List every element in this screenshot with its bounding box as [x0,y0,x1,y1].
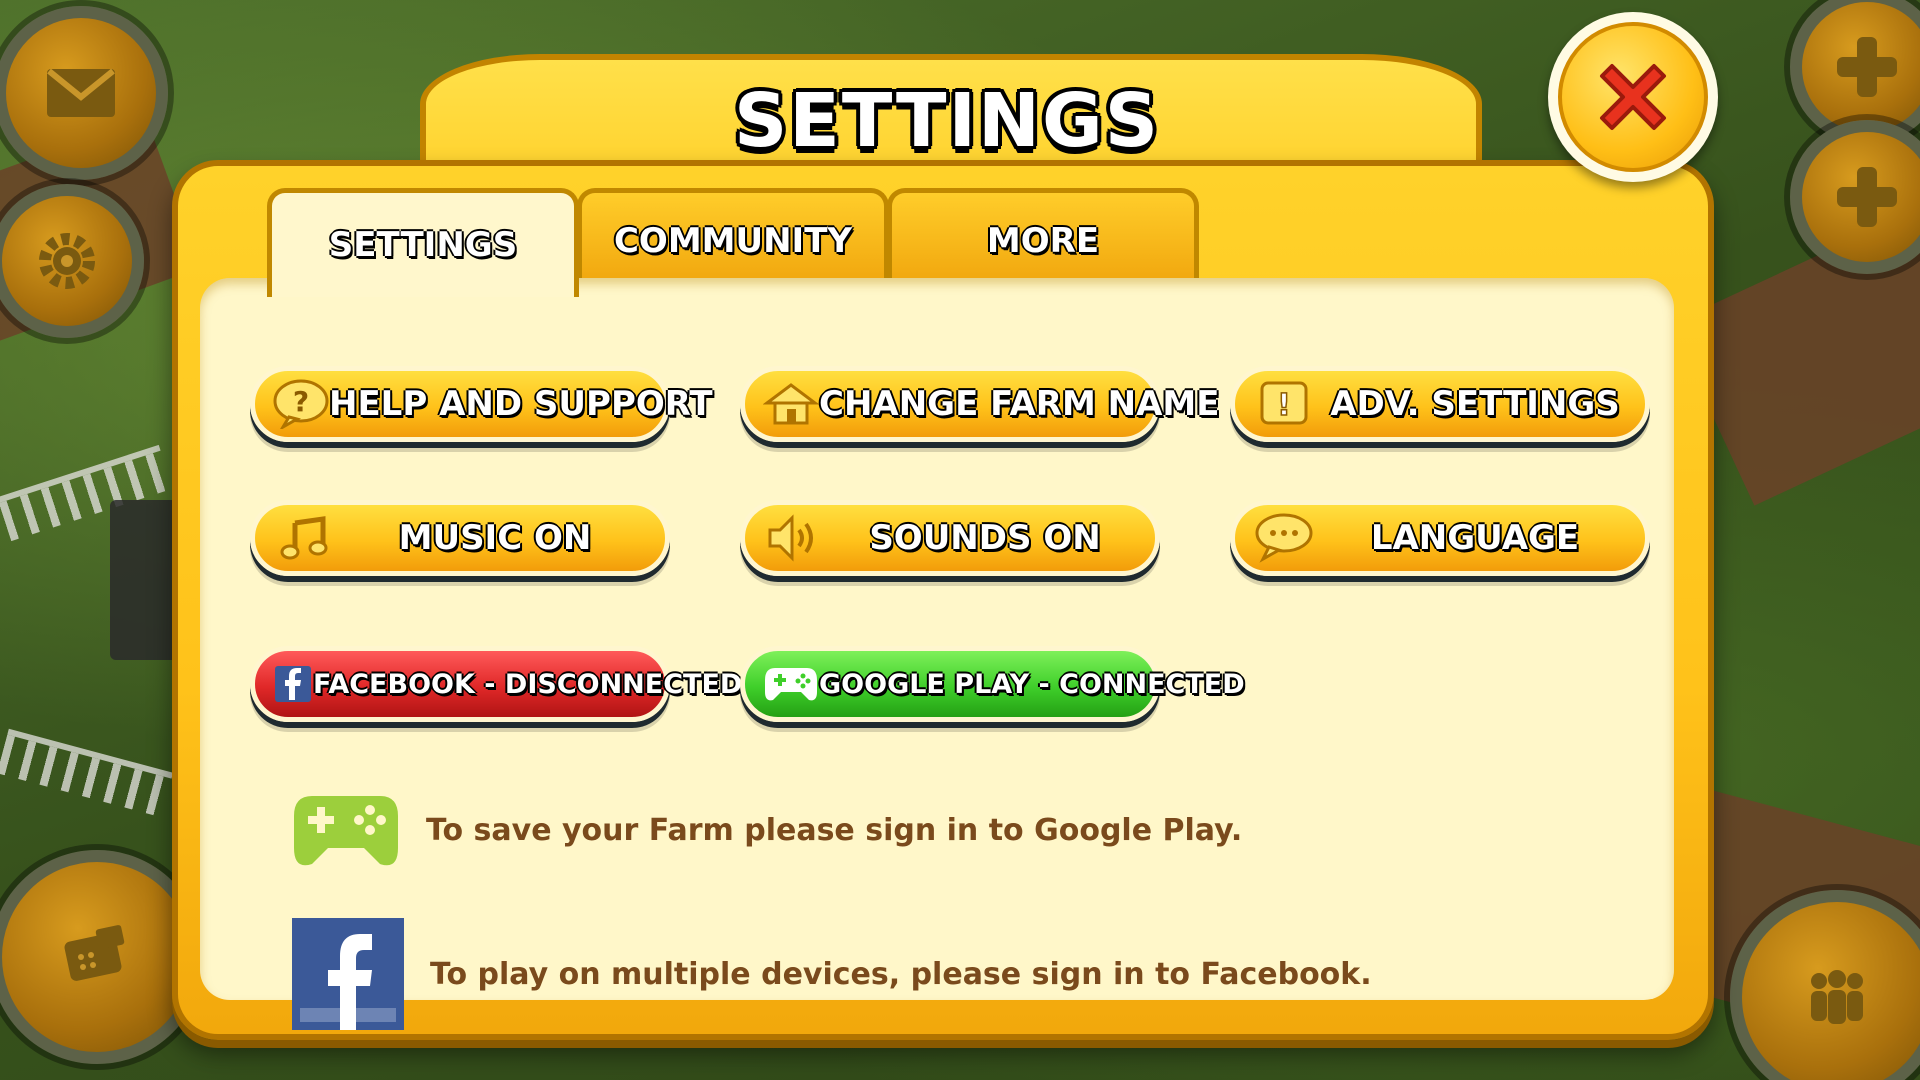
tab-settings[interactable]: SETTINGS [267,188,579,297]
facebook-icon [273,658,313,710]
facebook-info: To play on multiple devices, please sign… [290,916,1372,1032]
settings-panel: ? HELP AND SUPPORT CHANGE FARM NAME ! AD… [200,278,1674,1030]
change-farm-name-label: CHANGE FARM NAME [819,384,1220,424]
close-button[interactable] [1548,12,1718,182]
gamepad-icon [763,658,819,710]
sounds-toggle-button[interactable]: SOUNDS ON [740,500,1160,576]
speech-bubble-icon [1253,512,1315,564]
music-toggle-button[interactable]: MUSIC ON [250,500,670,576]
google-play-info: To save your Farm please sign in to Goog… [290,790,1242,870]
music-note-icon [273,512,335,564]
help-support-button[interactable]: ? HELP AND SUPPORT [250,366,713,442]
sounds-label: SOUNDS ON [869,518,1101,558]
language-label: LANGUAGE [1370,518,1580,558]
language-button[interactable]: LANGUAGE [1230,500,1650,576]
help-support-label: HELP AND SUPPORT [329,384,713,424]
question-bubble-icon: ? [273,378,329,430]
adv-settings-button[interactable]: ! ADV. SETTINGS [1230,366,1650,442]
google-play-gamepad-icon [294,796,398,866]
google-play-info-text: To save your Farm please sign in to Goog… [426,812,1243,848]
add-diamonds-button[interactable] [1790,120,1920,274]
exclamation-icon: ! [1253,378,1315,430]
settings-dialog: SETTINGS SETTINGS COMMUNITY MORE ? HELP … [172,40,1714,1040]
plus-icon [1837,167,1897,227]
change-farm-name-button[interactable]: CHANGE FARM NAME [740,366,1219,442]
mail-button[interactable] [0,6,168,180]
music-label: MUSIC ON [398,518,592,558]
cash-register-icon [64,925,125,981]
tab-more[interactable]: MORE [887,188,1199,289]
facebook-info-text: To play on multiple devices, please sign… [430,956,1372,992]
house-icon [763,378,819,430]
dialog-title: SETTINGS [734,78,1160,164]
facebook-logo-icon [292,918,404,1030]
plus-icon [1837,37,1897,97]
svg-text:!: ! [1277,388,1291,423]
facebook-connect-button[interactable]: FACEBOOK - DISCONNECTED [250,646,742,722]
close-button-face [1558,22,1708,172]
google-play-connect-button[interactable]: GOOGLE PLAY - CONNECTED [740,646,1245,722]
tab-community[interactable]: COMMUNITY [577,188,889,289]
people-icon [1811,970,1863,1024]
fence [0,728,174,818]
facebook-status-label: FACEBOOK - DISCONNECTED [313,668,743,700]
envelope-icon [47,68,115,117]
adv-settings-label: ADV. SETTINGS [1330,384,1620,424]
svg-text:?: ? [293,385,309,418]
gear-icon [39,233,95,289]
speaker-icon [763,512,825,564]
settings-button[interactable] [0,184,144,338]
close-icon [1600,64,1666,130]
google-play-status-label: GOOGLE PLAY - CONNECTED [819,668,1245,700]
